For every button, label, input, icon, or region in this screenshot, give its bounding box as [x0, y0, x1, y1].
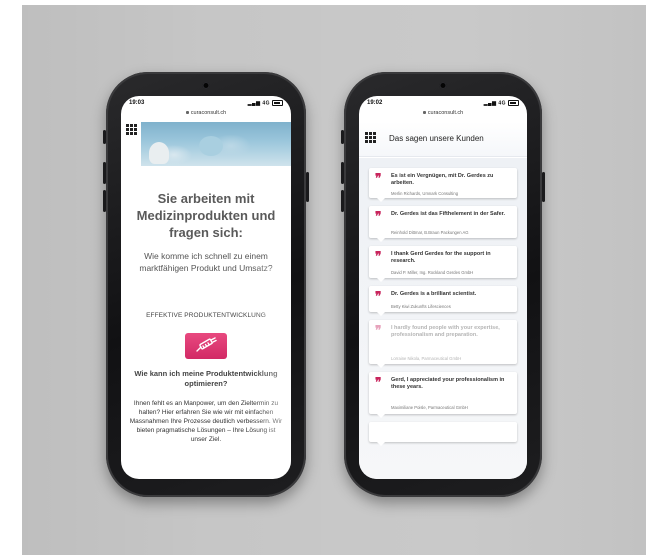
hero-image [141, 122, 291, 166]
testimonial-author: Betty Kiwi Zukunfts Lifesciences [391, 304, 451, 309]
intro-section: Sie arbeiten mit Medizinprodukten und fr… [121, 168, 291, 444]
section-subhead: EFFEKTIVE PRODUKTENTWICKLUNG [146, 312, 266, 319]
network-label: 4G [262, 100, 270, 107]
testimonial-author: Reinhold Dittmar, B.Braun Packungen AG [391, 230, 469, 235]
testimonial-author: Lorraine Nikola, Parmaceutical GmbH [391, 356, 462, 361]
quote-mark-icon: ❞ [375, 171, 382, 185]
testimonial-card [369, 422, 517, 446]
intro-body: Ihnen fehlt es an Manpower, um den Zielt… [129, 400, 283, 443]
testimonial-card: ❞ I thank Gerd Gerdes for the support in… [369, 246, 517, 282]
testimonial-quote: Dr. Gerdes ist das Fifthelement in der S… [391, 211, 506, 217]
quote-mark-icon: ❞ [375, 323, 382, 337]
battery-icon [508, 100, 519, 106]
signal-indicator: ▂▄▆ 4G [248, 100, 283, 106]
quote-mark-icon: ❞ [375, 209, 382, 223]
front-camera [202, 82, 210, 89]
lock-icon [185, 111, 189, 115]
volume-up-button [341, 162, 344, 184]
page-headline: Sie arbeiten mit Medizinprodukten und fr… [136, 191, 276, 240]
url-bar[interactable]: curaconsult.ch [359, 110, 527, 120]
signal-indicator: ▂▄▆ 4G [484, 100, 519, 106]
testimonial-card: ❞ Gerd, I appreciated your professionali… [369, 372, 517, 418]
volume-down-button [341, 190, 344, 212]
status-bar: 19:02 ▂▄▆ 4G [359, 96, 527, 110]
optimization-question: Wie kann ich meine Produktentwicklung op… [134, 369, 278, 388]
testimonial-author: Merlin Richards, Umnark Consulting [391, 191, 459, 196]
url-text: curaconsult.ch [190, 110, 227, 116]
power-button [306, 172, 309, 202]
section-header: Das sagen unsere Kunden [359, 122, 527, 157]
mute-switch [341, 130, 344, 144]
url-text: curaconsult.ch [427, 110, 464, 116]
phone-right: 19:02 ▂▄▆ 4G curaconsult.ch Das sagen un… [341, 72, 545, 497]
section-title: Das sagen unsere Kunden [389, 134, 484, 143]
quote-mark-icon: ❞ [375, 289, 382, 303]
volume-down-button [103, 190, 106, 212]
testimonial-quote: I thank Gerd Gerdes for the support in r… [391, 251, 491, 264]
front-camera [439, 82, 447, 89]
url-bar[interactable]: curaconsult.ch [121, 110, 291, 120]
mute-switch [103, 130, 106, 144]
syringe-icon [196, 337, 217, 352]
testimonial-quote: Dr. Gerdes is a brilliant scientist. [391, 291, 477, 297]
phone-left: 19:03 ▂▄▆ 4G curaconsult.ch Sie arbeiten… [103, 72, 309, 497]
menu-grid-icon[interactable] [126, 124, 137, 135]
status-time: 19:02 [367, 100, 383, 106]
product-development-button[interactable] [185, 333, 227, 359]
testimonial-author: Maximiliane Poisle, Parmaceutical GmbH [391, 405, 468, 410]
testimonial-list: ❞ Es ist ein Vergnügen, mit Dr. Gerdes z… [359, 158, 527, 479]
testimonial-author: David P. Miller, Ing. Rockland Gerdes Gm… [391, 270, 474, 275]
testimonial-quote: Es ist ein Vergnügen, mit Dr. Gerdes zu … [391, 173, 494, 186]
testimonial-quote: Gerd, I appreciated your professionalism… [391, 377, 505, 390]
volume-up-button [103, 162, 106, 184]
testimonial-quote: I hardly found people with your expertis… [391, 325, 500, 338]
power-button [542, 172, 545, 202]
status-time: 19:03 [129, 100, 145, 106]
lock-icon [422, 111, 426, 115]
testimonial-card: ❞ I hardly found people with your expert… [369, 320, 517, 368]
battery-icon [272, 100, 283, 106]
intro-question: Wie komme ich schnell zu einem marktfähi… [139, 251, 273, 273]
quote-mark-icon: ❞ [375, 375, 382, 389]
testimonial-card: ❞ Dr. Gerdes is a brilliant scientist. B… [369, 286, 517, 316]
menu-grid-icon[interactable] [365, 132, 376, 143]
testimonial-card: ❞ Dr. Gerdes ist das Fifthelement in der… [369, 206, 517, 242]
network-label: 4G [498, 100, 506, 107]
screen-left[interactable]: 19:03 ▂▄▆ 4G curaconsult.ch Sie arbeiten… [121, 96, 291, 479]
status-bar: 19:03 ▂▄▆ 4G [121, 96, 291, 110]
screen-right[interactable]: 19:02 ▂▄▆ 4G curaconsult.ch Das sagen un… [359, 96, 527, 479]
testimonial-card: ❞ Es ist ein Vergnügen, mit Dr. Gerdes z… [369, 168, 517, 202]
quote-mark-icon: ❞ [375, 249, 382, 263]
